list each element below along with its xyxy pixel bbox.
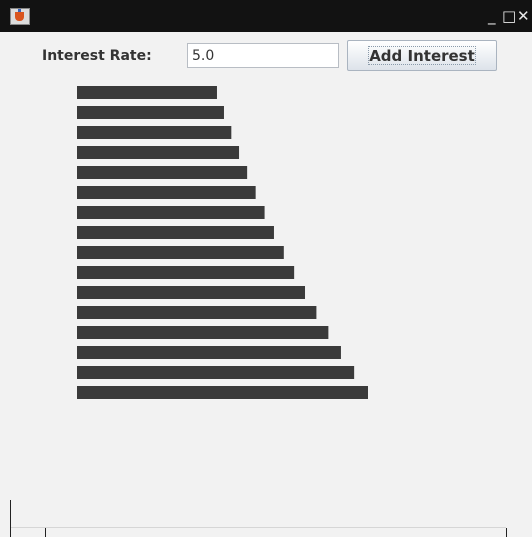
title-bar[interactable]: _ □ ✕ [0,0,532,32]
bar-11 [77,286,306,299]
bar-group [77,86,368,399]
bar-6 [77,186,256,199]
bottom-divider [10,527,506,528]
bar-1 [77,86,217,99]
bar-4 [77,146,240,159]
minimize-button[interactable]: _ [488,6,496,26]
bar-15 [77,366,355,379]
bar-13 [77,326,329,339]
java-cup-shape [15,12,24,21]
bar-5 [77,166,248,179]
bar-9 [77,246,284,259]
bar-16 [77,386,368,399]
java-cup-icon[interactable] [10,8,30,25]
left-edge [10,500,11,537]
bar-8 [77,226,274,239]
interest-rate-label: Interest Rate: [42,48,152,64]
bottom-tick-right [506,528,507,537]
bar-14 [77,346,341,359]
bar-2 [77,106,224,119]
balance-bar-chart [77,86,368,399]
bar-7 [77,206,265,219]
add-interest-button-label: Add Interest [369,46,475,65]
bar-12 [77,306,317,319]
bar-10 [77,266,295,279]
maximize-button[interactable]: □ [502,6,516,26]
close-button[interactable]: ✕ [517,6,530,26]
bottom-tick-left [45,528,46,537]
app-window: _ □ ✕ Interest Rate: Add Interest [0,0,532,537]
interest-rate-input[interactable] [187,43,339,68]
bar-3 [77,126,232,139]
add-interest-button[interactable]: Add Interest [347,40,497,71]
